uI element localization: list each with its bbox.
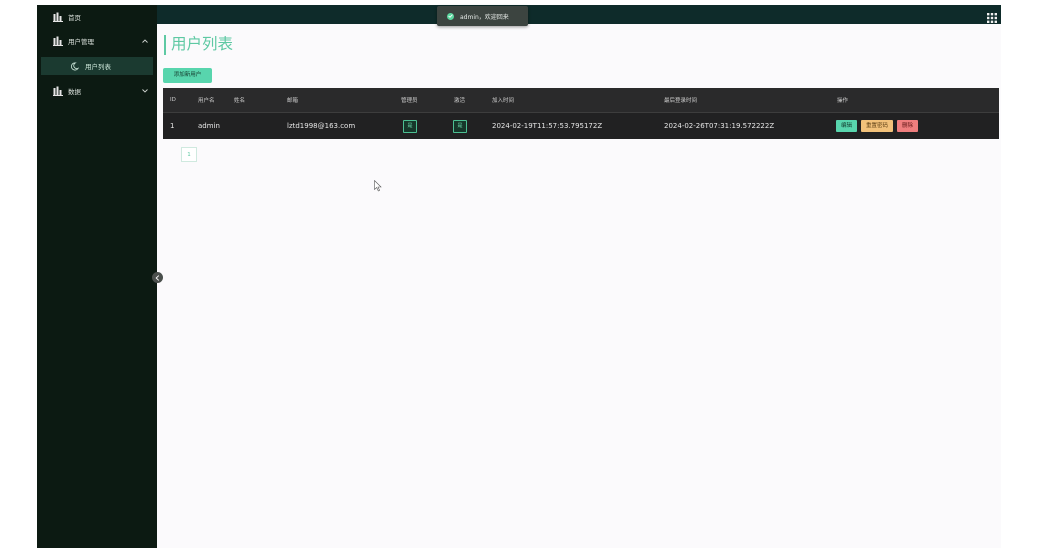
reset-password-button[interactable]: 重置密码 [861,120,894,132]
cell-actions: 编辑 重置密码 删除 [836,113,922,139]
moon-icon [69,61,79,71]
cell-active: 是 [453,113,467,139]
table-row: 1 admin lztd1998@163.com 是 是 2024-02-19T… [163,113,999,139]
sidebar-item-label: 首页 [68,14,81,22]
app-window: 首页 用户管理 用户列表 数据 用户列表 添加新用户 ID 用户名 姓名 邮箱 … [37,5,1001,548]
cell-id: 1 [170,122,175,130]
admin-badge: 是 [403,119,417,133]
sidebar-item-user-list[interactable]: 用户列表 [41,57,153,75]
sidebar-item-label: 用户管理 [68,38,94,46]
mouse-cursor-icon [374,180,382,192]
column-header-actions: 操作 [837,98,849,104]
chevron-up-icon [141,37,149,45]
top-bar [157,5,1001,24]
sidebar-item-user-management[interactable]: 用户管理 [37,31,157,51]
chart-icon [53,12,63,22]
sidebar-item-label: 用户列表 [85,63,111,71]
sidebar-item-data[interactable]: 数据 [37,81,157,101]
table-header: ID 用户名 姓名 邮箱 管理员 激活 加入时间 最后登录时间 操作 [163,88,999,113]
column-header-email: 邮箱 [287,98,299,104]
column-header-username: 用户名 [198,98,215,104]
welcome-toast: admin，欢迎回来 [437,6,528,26]
edit-button[interactable]: 编辑 [836,120,858,132]
pagination-page-1[interactable]: 1 [181,147,197,162]
cell-admin: 是 [403,113,417,139]
column-header-id: ID [170,97,176,103]
column-header-name: 姓名 [234,98,246,104]
column-header-active: 激活 [454,98,466,104]
check-circle-icon [447,12,454,20]
chart-icon [53,86,63,96]
title-accent-bar [164,35,166,55]
chevron-left-icon [155,274,160,281]
apps-grid-icon[interactable] [987,8,997,23]
chevron-down-icon [141,87,149,95]
toast-message: admin，欢迎回来 [460,13,509,21]
cell-email: lztd1998@163.com [287,122,356,130]
cell-last-login: 2024-02-26T07:31:19.572222Z [664,122,775,130]
chart-icon [53,36,63,46]
cell-username: admin [198,122,220,130]
sidebar-item-home[interactable]: 首页 [37,7,157,27]
page-title: 用户列表 [171,35,234,53]
column-header-joined: 加入时间 [492,98,515,104]
active-badge: 是 [453,119,467,133]
column-header-admin: 管理员 [401,98,418,104]
add-user-button[interactable]: 添加新用户 [163,68,212,83]
sidebar-collapse-button[interactable] [152,272,163,283]
delete-button[interactable]: 删除 [897,120,919,132]
sidebar-item-label: 数据 [68,88,81,96]
sidebar: 首页 用户管理 用户列表 数据 [37,5,157,548]
users-table: ID 用户名 姓名 邮箱 管理员 激活 加入时间 最后登录时间 操作 1 adm… [163,88,999,139]
column-header-last-login: 最后登录时间 [664,98,698,104]
cell-joined: 2024-02-19T11:57:53.795172Z [492,122,603,130]
